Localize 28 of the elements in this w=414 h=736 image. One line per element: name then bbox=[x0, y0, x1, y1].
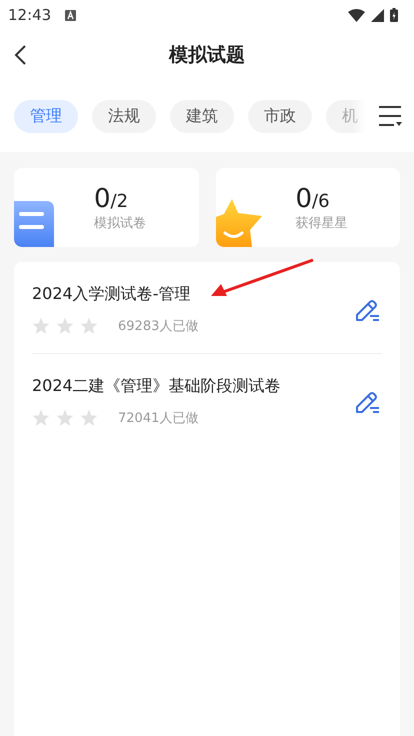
done-count: 69283人已做 bbox=[118, 318, 198, 335]
signal-icon bbox=[371, 8, 384, 22]
stat-total: /6 bbox=[312, 190, 330, 212]
stat-value: 0 bbox=[94, 184, 111, 214]
done-count: 72041人已做 bbox=[118, 410, 198, 427]
wifi-icon bbox=[348, 8, 365, 22]
star-icon bbox=[32, 317, 50, 335]
status-time: 12:43 bbox=[8, 6, 52, 24]
category-tab[interactable]: 建筑 bbox=[170, 100, 234, 132]
back-icon[interactable] bbox=[14, 45, 26, 65]
star-icon bbox=[80, 317, 98, 335]
star-icon bbox=[56, 409, 74, 427]
page-title: 模拟试题 bbox=[169, 43, 245, 68]
stat-value: 0 bbox=[296, 184, 312, 214]
paper-item[interactable]: 2024二建《管理》基础阶段测试卷 72041人已做 bbox=[32, 354, 382, 445]
star-icon bbox=[56, 317, 74, 335]
paper-title: 2024二建《管理》基础阶段测试卷 bbox=[32, 376, 282, 397]
category-tab[interactable]: 市政 bbox=[248, 100, 312, 132]
stat-total: /2 bbox=[110, 190, 128, 212]
notification-icon bbox=[65, 10, 76, 20]
stat-label: 获得星星 bbox=[296, 214, 348, 232]
star-icon bbox=[32, 409, 50, 427]
menu-icon[interactable] bbox=[378, 105, 402, 127]
star-icon bbox=[80, 409, 98, 427]
paper-title: 2024入学测试卷-管理 bbox=[32, 284, 192, 305]
stat-label: 模拟试卷 bbox=[94, 214, 146, 232]
category-tab[interactable]: 法规 bbox=[92, 100, 156, 132]
battery-icon bbox=[390, 8, 398, 22]
